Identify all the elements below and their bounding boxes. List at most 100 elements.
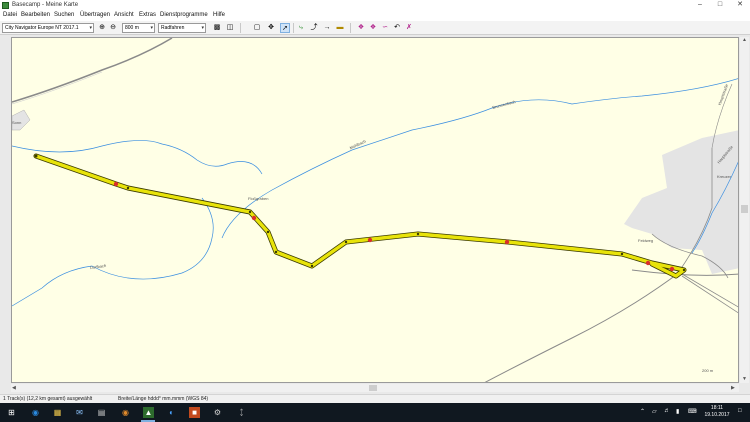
urban-area (624, 130, 738, 274)
horizontal-scroll-thumb[interactable] (369, 385, 377, 391)
mail-icon[interactable]: ✉ (74, 407, 85, 418)
track-vertex (416, 232, 420, 236)
road (12, 71, 103, 105)
vertical-scroll-thumb[interactable] (741, 205, 748, 213)
zoom-in-button[interactable]: ⊕ (97, 23, 107, 33)
new-track-button[interactable]: ⤷ (296, 23, 306, 33)
tray-chevron-icon[interactable]: ⌃ (640, 408, 645, 415)
map-canvas[interactable]: Sonn Floßgraben Mühlbach Dorfbach Brunne… (11, 37, 739, 383)
map-label-road-1: Feldweg (638, 238, 654, 243)
cursor-tool-button[interactable]: ➚ (280, 23, 290, 33)
map-label-town: Kreuzer (717, 174, 732, 179)
menu-help[interactable]: Hilfe (213, 12, 225, 18)
map-product-select[interactable]: City Navigator Europe NT 2017.1 ▾ (2, 23, 94, 33)
menu-find[interactable]: Suchen (54, 12, 74, 18)
select-tool-button[interactable]: ▢ (252, 23, 262, 33)
undo-button[interactable]: ↶ (392, 23, 402, 33)
menu-edit[interactable]: Bearbeiten (21, 12, 50, 18)
route-tool-button[interactable]: ❖ (368, 23, 378, 33)
battery-icon[interactable]: ▮ (676, 408, 679, 415)
map-svg (12, 38, 738, 382)
ruler-button[interactable]: ▬ (335, 23, 345, 33)
new-route-icon: ⤴ (310, 24, 318, 31)
undo-icon: ↶ (394, 24, 400, 31)
status-bar: 1 Track(s) (12,2 km gesamt) ausgewählt B… (0, 394, 750, 403)
menu-transfer[interactable]: Übertragen (80, 12, 110, 18)
road (12, 38, 173, 103)
road (681, 273, 738, 308)
measure-button[interactable]: → (322, 23, 332, 33)
computer-button[interactable]: ◫ (225, 23, 235, 33)
toolbar-separator (293, 23, 294, 33)
waypoint-marker (367, 237, 373, 243)
file-explorer-icon[interactable]: ▦ (52, 407, 63, 418)
road (681, 275, 738, 314)
bluetooth-icon[interactable]: ᛨ (236, 407, 247, 418)
waypoint-icon: ❖ (357, 24, 365, 31)
route-tool-icon: ❖ (369, 24, 377, 31)
waypoint-marker (251, 215, 257, 221)
toolbar: City Navigator Europe NT 2017.1 ▾ ⊕ ⊖ 80… (0, 21, 750, 35)
title-bar: Basecamp - Meine Karte – □ ✕ (0, 0, 750, 11)
menu-view[interactable]: Ansicht (114, 12, 134, 18)
clock[interactable]: 18:11 19.10.2017 (700, 405, 734, 419)
pan-tool-button[interactable]: ✥ (266, 23, 276, 33)
keyboard-icon[interactable]: ⌨ (688, 408, 697, 415)
gps-device-icon: ▩ (213, 24, 221, 31)
chevron-down-icon: ▾ (150, 25, 153, 31)
start-icon[interactable]: ⊞ (6, 407, 17, 418)
basecamp-app-icon (2, 2, 9, 9)
scroll-right-icon[interactable]: ▶ (731, 385, 735, 391)
new-route-button[interactable]: ⤴ (309, 23, 319, 33)
road (484, 271, 681, 382)
window-title: Basecamp - Meine Karte (12, 2, 79, 8)
settings-icon[interactable]: ⚙ (212, 407, 223, 418)
track-vertex (310, 264, 314, 268)
computer-icon: ◫ (226, 24, 234, 31)
bike-button[interactable]: ∽ (380, 23, 390, 33)
toolbar-separator (350, 23, 351, 33)
waypoint-marker (669, 266, 675, 272)
vertical-scrollbar[interactable]: ▲ ▼ (740, 37, 749, 383)
volume-icon[interactable]: ♬ (664, 408, 670, 414)
redo-icon: ✗ (406, 24, 412, 31)
photos-icon[interactable]: ▤ (96, 407, 107, 418)
clock-date: 19.10.2017 (704, 412, 730, 418)
map-product-value: City Navigator Europe NT 2017.1 (5, 25, 79, 31)
track-vertex (266, 230, 270, 234)
scroll-down-icon[interactable]: ▼ (742, 376, 747, 382)
bike-icon: ∽ (382, 24, 388, 31)
maximize-button[interactable]: □ (710, 0, 730, 11)
menu-bar: Datei Bearbeiten Suchen Übertragen Ansic… (0, 11, 750, 21)
redo-button[interactable]: ✗ (404, 23, 414, 33)
track-vertex (34, 154, 38, 158)
edge-icon[interactable]: ◉ (30, 407, 41, 418)
close-button[interactable]: ✕ (730, 0, 750, 11)
network-icon[interactable]: ▱ (652, 408, 657, 415)
waypoint-marker (645, 260, 651, 266)
menu-tools[interactable]: Extras (139, 12, 156, 18)
device-button[interactable]: ▩ (212, 23, 222, 33)
zoom-level-select[interactable]: 800 m ▾ (122, 23, 155, 33)
ruler-icon: ▬ (336, 24, 344, 31)
garmin-express-icon[interactable]: ◉ (120, 407, 131, 418)
browser-icon[interactable]: ◐ (166, 407, 177, 418)
scroll-left-icon[interactable]: ◀ (12, 385, 16, 391)
basecamp-icon[interactable]: ▲ (143, 407, 154, 418)
horizontal-scrollbar[interactable]: ◀ ▶ (11, 384, 739, 392)
waypoint-button[interactable]: ❖ (356, 23, 366, 33)
menu-file[interactable]: Datei (3, 12, 17, 18)
office-icon[interactable]: ■ (189, 407, 200, 418)
taskbar: ⊞ ◉ ▦ ✉ ▤ ◉ ▲ ◐ ■ ⚙ ᛨ ⌃ ▱ ♬ ▮ ⌨ 18:11 19… (0, 403, 750, 422)
minimize-button[interactable]: – (690, 0, 710, 11)
zoom-in-icon: ⊕ (99, 24, 105, 31)
track-line-fill (34, 154, 686, 278)
zoom-out-button[interactable]: ⊖ (108, 23, 118, 33)
zoom-level-value: 800 m (125, 25, 139, 31)
scroll-up-icon[interactable]: ▲ (742, 37, 747, 43)
activity-profile-select[interactable]: Radfahren ▾ (158, 23, 206, 33)
status-selection: 1 Track(s) (12,2 km gesamt) ausgewählt (3, 396, 93, 402)
notifications-icon[interactable]: □ (738, 408, 742, 414)
menu-utilities[interactable]: Dienstprogramme (160, 12, 208, 18)
zoom-out-icon: ⊖ (110, 24, 116, 31)
